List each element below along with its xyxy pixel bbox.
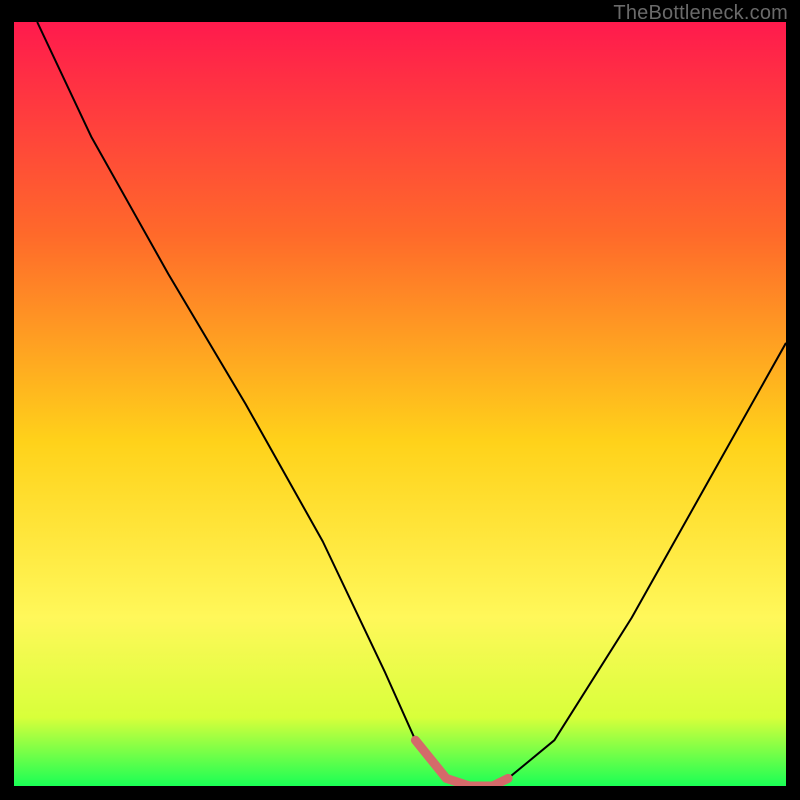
chart-frame [14, 22, 786, 786]
bottleneck-chart [14, 22, 786, 786]
gradient-background [14, 22, 786, 786]
